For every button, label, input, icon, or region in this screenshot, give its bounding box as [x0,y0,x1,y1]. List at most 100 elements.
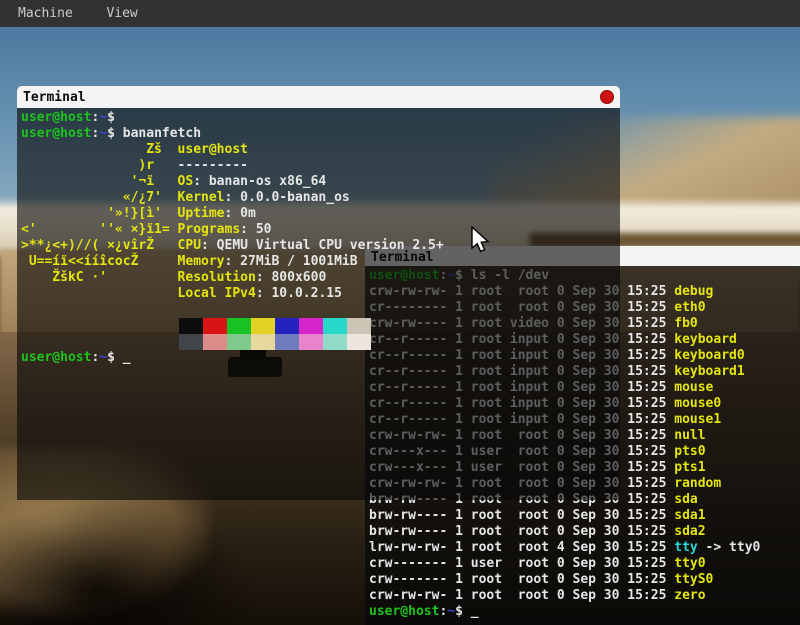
prompt-user: user@host [21,350,91,365]
palette-swatch [179,318,203,334]
menu-bar: Machine View [0,0,800,27]
window-title: Terminal [17,87,86,109]
palette-swatch [275,318,299,334]
palette-swatch [227,334,251,350]
fetch-line: Zš user@host [21,142,620,158]
palette-swatch [275,334,299,350]
fetch-label: user@host [178,142,248,157]
device-name: zero [674,588,705,603]
device-name: keyboard0 [674,348,744,363]
ascii-art-segment: >**¿<+)//( ×¿vîrŽ [21,238,178,253]
palette-swatch [179,334,203,350]
terminal1-titlebar[interactable]: Terminal [17,86,620,108]
prompt-user: user@host [21,126,91,141]
prompt-dollar: $ [107,110,115,125]
device-name: debug [674,284,713,299]
ls-row: crw------- 1 root root 0 Sep 30 15:25 tt… [369,572,800,588]
terminal-line: user@host:~$ _ [21,350,620,366]
palette-swatch [227,318,251,334]
prompt-dollar: $ [107,126,115,141]
device-name: sda [674,492,697,507]
device-name: keyboard1 [674,364,744,379]
device-name: eth0 [674,300,705,315]
palette-swatch [203,318,227,334]
fetch-label: OS [178,174,194,189]
palette-swatch [251,334,275,350]
ls-row-details: brw-rw---- 1 root root 0 Sep 30 15:25 [369,508,674,523]
command-text: bananfetch [115,126,201,141]
ls-row-details: crw------- 1 user root 0 Sep 30 15:25 [369,556,674,571]
fetch-label: Kernel [178,190,225,205]
fetch-line: >**¿<+)//( ×¿vîrŽ CPU: QEMU Virtual CPU … [21,238,620,254]
fetch-line: ŽškC ·' Resolution: 800x600 [21,270,620,286]
ls-row-details: lrw-rw-rw- 1 root root 4 Sep 30 15:25 [369,540,674,555]
palette-swatch [299,334,323,350]
menu-item-view[interactable]: View [100,0,143,27]
device-name: tty0 [674,556,705,571]
fetch-label: Uptime [178,206,225,221]
fetch-value: : QEMU Virtual CPU version 2.5+ [201,238,444,253]
cursor-block: _ [463,604,479,619]
device-name: ttyS0 [674,572,713,587]
ls-row: crw------- 1 user root 0 Sep 30 15:25 tt… [369,556,800,572]
palette-row [179,334,620,350]
palette-swatch [299,318,323,334]
symlink-target: -> tty0 [698,540,761,555]
terminal-line: user@host:~$ _ [369,604,800,620]
fetch-value: : 0m [225,206,256,221]
device-name: pts0 [674,444,705,459]
device-name: sda2 [674,524,705,539]
prompt-dollar: $ [107,350,115,365]
ascii-art-segment: <' ''« ×}ï1= [21,222,178,237]
device-name: random [674,476,721,491]
prompt-user: user@host [369,604,439,619]
ascii-art-segment: Zš [21,142,178,157]
palette-swatch [251,318,275,334]
close-button[interactable] [600,90,614,104]
ascii-art-segment [21,286,178,301]
prompt-path: ~ [99,110,107,125]
prompt-user: user@host [21,110,91,125]
terminal1-window: Terminal user@host:~$user@host:~$ bananf… [17,86,620,500]
fetch-value: : banan-os x86_64 [193,174,326,189]
device-name: null [674,428,705,443]
ls-row: brw-rw---- 1 root root 0 Sep 30 15:25 sd… [369,524,800,540]
ascii-art-segment: ŽškC ·' [21,270,178,285]
ascii-art-segment: )r [21,158,178,173]
fetch-label: Programs [178,222,241,237]
fetch-line: <' ''« ×}ï1= Programs: 50 [21,222,620,238]
ascii-art-segment: '¬ï [21,174,178,189]
ls-row-details: crw-rw-rw- 1 root root 0 Sep 30 15:25 [369,588,674,603]
fetch-line: )r --------- [21,158,620,174]
terminal-line: user@host:~$ bananfetch [21,126,620,142]
fetch-line: «/¿7' Kernel: 0.0.0-banan_os [21,190,620,206]
device-name: mouse1 [674,412,721,427]
fetch-value: : 50 [240,222,271,237]
device-name: sda1 [674,508,705,523]
palette-swatch [347,334,371,350]
menu-item-machine[interactable]: Machine [12,0,79,27]
fetch-line: Local IPv4: 10.0.2.15 [21,286,620,302]
device-name: pts1 [674,460,705,475]
palette-swatch [323,334,347,350]
device-name: mouse [674,380,713,395]
terminal1-content[interactable]: user@host:~$user@host:~$ bananfetch Zš u… [17,108,620,500]
fetch-line: '»!}[ì' Uptime: 0m [21,206,620,222]
palette-swatch [203,334,227,350]
device-name: keyboard [674,332,737,347]
fetch-value: : 0.0.0-banan_os [225,190,350,205]
fetch-line: U==íï<<ííîcocŽ Memory: 27MiB / 1001MiB [21,254,620,270]
cursor-block: _ [115,350,131,365]
fetch-label: Memory [178,254,225,269]
fetch-value: : 800x600 [256,270,326,285]
ascii-art-segment: '»!}[ì' [21,206,178,221]
ascii-art-segment: U==íï<<ííîcocŽ [21,254,178,269]
fetch-label: Local IPv4 [178,286,256,301]
fetch-label: Resolution [178,270,256,285]
terminal-line: user@host:~$ [21,110,620,126]
palette-swatch [347,318,371,334]
fetch-label: CPU [178,238,201,253]
ls-row-details: crw------- 1 root root 0 Sep 30 15:25 [369,572,674,587]
prompt-path: ~ [447,604,455,619]
prompt-dollar: $ [455,604,463,619]
